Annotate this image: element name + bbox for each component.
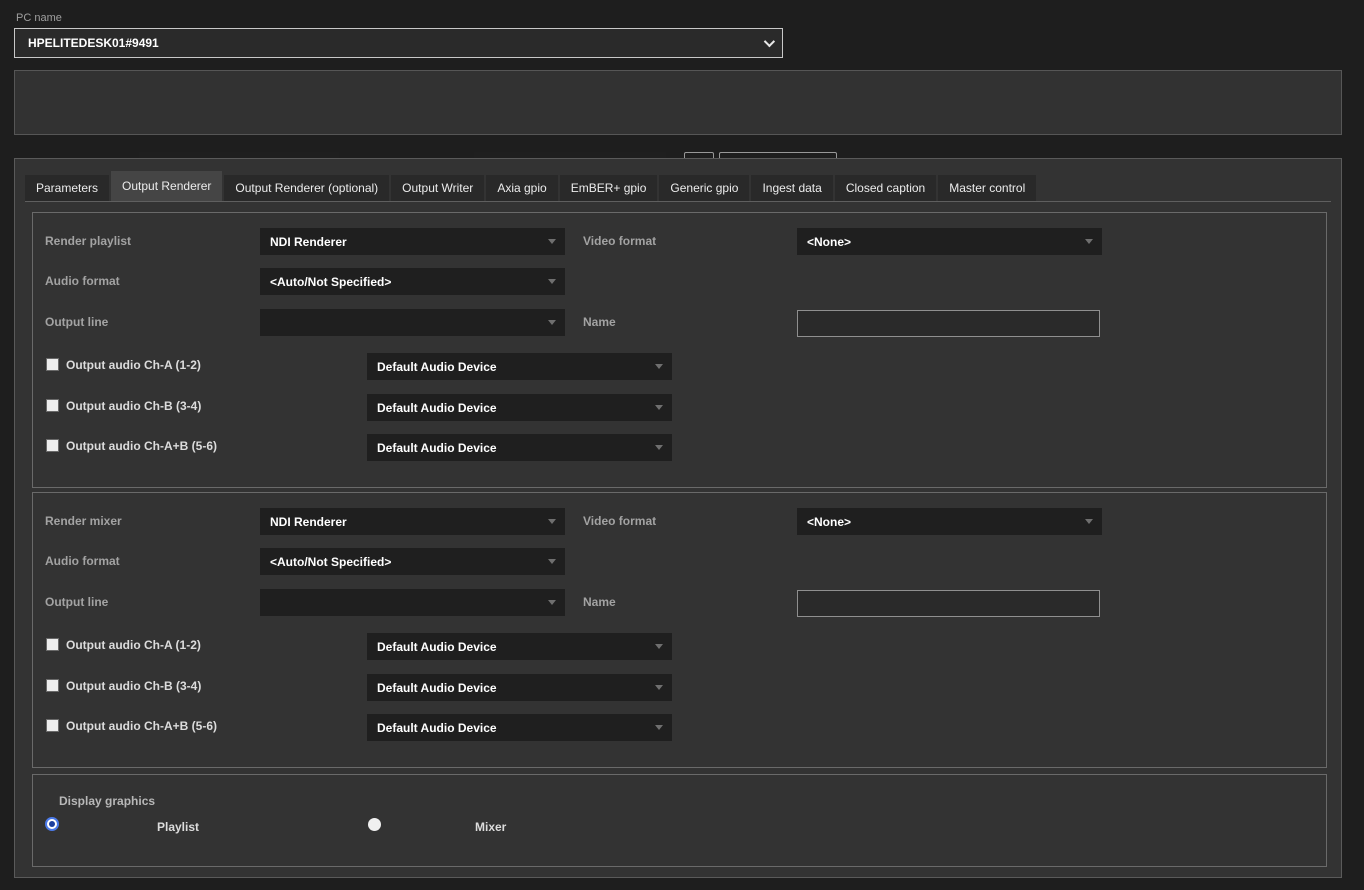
chevron-down-icon bbox=[764, 36, 775, 47]
chevron-down-icon bbox=[655, 685, 663, 690]
output-audio-chb-device-select[interactable]: Default Audio Device bbox=[367, 394, 672, 421]
chevron-down-icon bbox=[1085, 519, 1093, 524]
name-label: Name bbox=[583, 309, 616, 336]
tab-closed-caption[interactable]: Closed caption bbox=[835, 175, 936, 201]
chevron-down-icon bbox=[655, 364, 663, 369]
pc-name-value: HPELITEDESK01#9491 bbox=[28, 36, 159, 50]
output-audio-cha-device-select[interactable]: Default Audio Device bbox=[367, 633, 672, 660]
tab-output-renderer[interactable]: Output Renderer bbox=[111, 171, 222, 201]
chevron-down-icon bbox=[655, 725, 663, 730]
tab-ingest-data[interactable]: Ingest data bbox=[751, 175, 832, 201]
output-line-label: Output line bbox=[45, 309, 108, 336]
tab-axia-gpio[interactable]: Axia gpio bbox=[486, 175, 557, 201]
chevron-down-icon bbox=[548, 519, 556, 524]
name-label: Name bbox=[583, 589, 616, 616]
video-format-select[interactable]: <None> bbox=[797, 228, 1102, 255]
playlist-radio[interactable] bbox=[45, 817, 59, 831]
output-audio-chb-label: Output audio Ch-B (3-4) bbox=[66, 673, 201, 700]
chevron-down-icon bbox=[1085, 239, 1093, 244]
output-audio-chab-label: Output audio Ch-A+B (5-6) bbox=[66, 713, 217, 740]
settings-container: Parameters Output Renderer Output Render… bbox=[14, 158, 1342, 878]
chevron-down-icon bbox=[548, 279, 556, 284]
tab-ember-gpio[interactable]: EmBER+ gpio bbox=[560, 175, 658, 201]
playlist-radio-label: Playlist bbox=[157, 814, 199, 841]
display-graphics-label: Display graphics bbox=[59, 794, 155, 808]
render-playlist-select[interactable]: NDI Renderer bbox=[260, 228, 565, 255]
video-format-label: Video format bbox=[583, 228, 656, 255]
pc-name-select[interactable]: HPELITEDESK01#9491 bbox=[14, 28, 783, 58]
chevron-down-icon bbox=[655, 644, 663, 649]
tab-master-control[interactable]: Master control bbox=[938, 175, 1036, 201]
name-input[interactable] bbox=[797, 310, 1100, 337]
chevron-down-icon bbox=[548, 320, 556, 325]
video-format-label: Video format bbox=[583, 508, 656, 535]
audio-format-label: Audio format bbox=[45, 268, 120, 295]
chevron-down-icon bbox=[655, 445, 663, 450]
audio-format-select[interactable]: <Auto/Not Specified> bbox=[260, 548, 565, 575]
output-audio-chb-checkbox[interactable] bbox=[46, 399, 59, 412]
tab-generic-gpio[interactable]: Generic gpio bbox=[659, 175, 749, 201]
pc-name-label: PC name bbox=[16, 12, 62, 24]
tab-output-writer[interactable]: Output Writer bbox=[391, 175, 484, 201]
output-audio-chb-checkbox[interactable] bbox=[46, 679, 59, 692]
tab-strip: Parameters Output Renderer Output Render… bbox=[25, 172, 1331, 202]
output-audio-cha-label: Output audio Ch-A (1-2) bbox=[66, 632, 201, 659]
chevron-down-icon bbox=[548, 239, 556, 244]
render-mixer-label: Render mixer bbox=[45, 508, 122, 535]
output-audio-chb-label: Output audio Ch-B (3-4) bbox=[66, 393, 201, 420]
output-audio-cha-device-select[interactable]: Default Audio Device bbox=[367, 353, 672, 380]
output-line-select[interactable] bbox=[260, 309, 565, 336]
render-playlist-panel: Render playlist NDI Renderer Video forma… bbox=[32, 212, 1327, 488]
output-audio-chab-label: Output audio Ch-A+B (5-6) bbox=[66, 433, 217, 460]
name-input[interactable] bbox=[797, 590, 1100, 617]
render-playlist-label: Render playlist bbox=[45, 228, 131, 255]
output-line-label: Output line bbox=[45, 589, 108, 616]
output-audio-chb-device-select[interactable]: Default Audio Device bbox=[367, 674, 672, 701]
display-graphics-panel: Display graphics Playlist Mixer bbox=[32, 774, 1327, 867]
tab-parameters[interactable]: Parameters bbox=[25, 175, 109, 201]
render-mixer-panel: Render mixer NDI Renderer Video format <… bbox=[32, 492, 1327, 768]
mixer-radio[interactable] bbox=[368, 818, 381, 831]
audio-format-label: Audio format bbox=[45, 548, 120, 575]
video-format-select[interactable]: <None> bbox=[797, 508, 1102, 535]
station-bar: Station RADIO Type Main Apply and restar… bbox=[14, 70, 1342, 135]
output-audio-chab-device-select[interactable]: Default Audio Device bbox=[367, 434, 672, 461]
output-audio-cha-label: Output audio Ch-A (1-2) bbox=[66, 352, 201, 379]
chevron-down-icon bbox=[655, 405, 663, 410]
audio-format-select[interactable]: <Auto/Not Specified> bbox=[260, 268, 565, 295]
tab-output-renderer-optional[interactable]: Output Renderer (optional) bbox=[224, 175, 389, 201]
output-audio-cha-checkbox[interactable] bbox=[46, 358, 59, 371]
chevron-down-icon bbox=[548, 559, 556, 564]
output-audio-cha-checkbox[interactable] bbox=[46, 638, 59, 651]
mixer-radio-label: Mixer bbox=[475, 814, 506, 841]
output-audio-chab-checkbox[interactable] bbox=[46, 439, 59, 452]
output-line-select[interactable] bbox=[260, 589, 565, 616]
output-audio-chab-checkbox[interactable] bbox=[46, 719, 59, 732]
output-audio-chab-device-select[interactable]: Default Audio Device bbox=[367, 714, 672, 741]
render-mixer-select[interactable]: NDI Renderer bbox=[260, 508, 565, 535]
chevron-down-icon bbox=[548, 600, 556, 605]
